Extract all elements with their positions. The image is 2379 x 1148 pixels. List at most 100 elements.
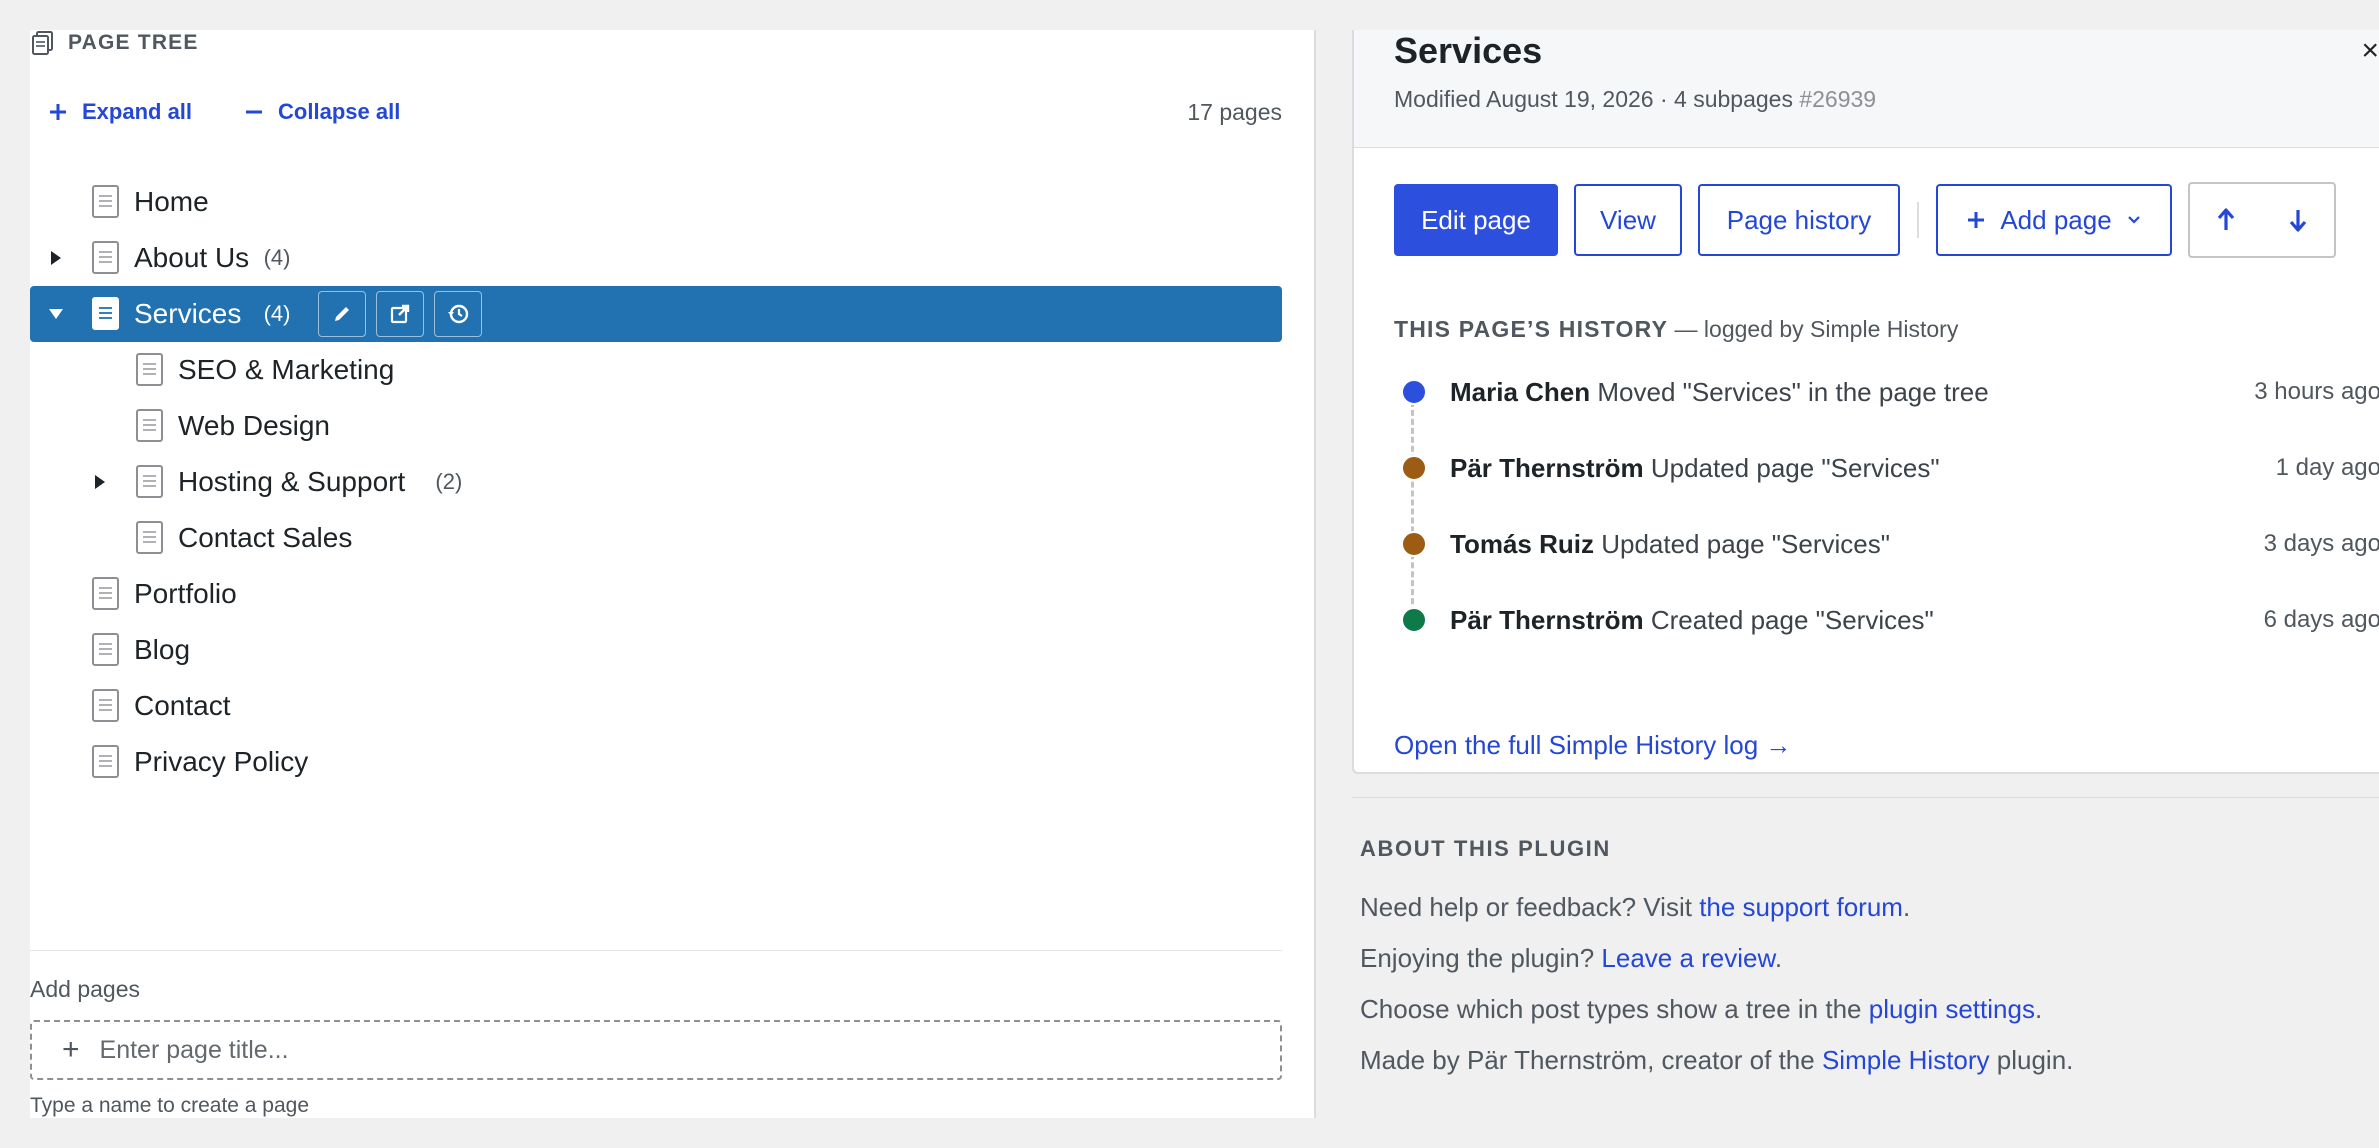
plus-icon: + [62, 1033, 80, 1066]
history-event: Pär Thernström Updated page "Services" 1 … [1394, 448, 2379, 488]
full-history-log-link[interactable]: Open the full Simple History log → [1394, 730, 1791, 761]
plus-icon [1966, 210, 1986, 230]
event-text: Pär Thernström Updated page "Services" [1450, 453, 1940, 484]
about-text: plugin. [1989, 1045, 2074, 1075]
about-text: Choose which post types show a tree in t… [1360, 994, 1869, 1024]
page-actions: Edit page View Page history Add page [1394, 182, 2336, 258]
tree-row[interactable]: Hosting & Support (2) [30, 454, 1282, 510]
close-icon[interactable]: × [2361, 34, 2379, 68]
tree-row[interactable]: Web Design [30, 398, 1282, 454]
subpage-count: (4) [263, 245, 291, 270]
tree-row[interactable]: Contact [30, 678, 1282, 734]
divider [1352, 797, 2379, 798]
support-forum-link[interactable]: the support forum [1699, 892, 1903, 922]
about-line-support: Need help or feedback? Visit the support… [1360, 882, 2073, 933]
minus-icon [244, 102, 264, 122]
tree-row[interactable]: About Us (4) [30, 230, 1282, 286]
chevron-down-icon [2126, 214, 2142, 226]
plus-icon [48, 102, 68, 122]
move-buttons [2188, 182, 2336, 258]
subpage-count: (2) [435, 469, 463, 494]
add-page-hint: Type a name to create a page [30, 1094, 310, 1117]
page-icon [136, 521, 163, 554]
divider [30, 950, 1282, 951]
timeline-line [1411, 392, 1414, 622]
move-down-icon[interactable] [2278, 200, 2318, 240]
page-icon [92, 577, 119, 610]
page-meta: Modified August 19, 2026 · 4 subpages #2… [1394, 86, 1876, 113]
tree-row-label: Contact Sales [178, 522, 353, 553]
tree-row[interactable]: Contact Sales [30, 510, 1282, 566]
page-title-input[interactable] [99, 1035, 1200, 1065]
page-count: 17 pages [1187, 98, 1282, 125]
tree-row[interactable]: Home [30, 174, 1282, 230]
caret-right-icon[interactable] [90, 472, 110, 492]
event-text: Maria Chen Moved "Services" in the page … [1450, 377, 1989, 408]
tree-row-label: Home [134, 186, 209, 217]
external-link-icon[interactable] [376, 291, 424, 337]
leave-review-link[interactable]: Leave a review [1601, 943, 1774, 973]
tree-row-label: Privacy Policy [134, 746, 309, 777]
tree-row[interactable]: Services (4) [30, 286, 1282, 342]
event-time: 1 day ago [2275, 454, 2379, 481]
page-title: Services [1394, 30, 1543, 71]
page-icon [136, 465, 163, 498]
event-user: Maria Chen [1450, 376, 1591, 407]
simple-history-link[interactable]: Simple History [1822, 1045, 1990, 1075]
row-actions [318, 291, 482, 337]
history-event: Pär Thernström Created page "Services" 6 … [1394, 600, 2379, 640]
tree-row-label: SEO & Marketing [178, 354, 395, 385]
about-line-settings: Choose which post types show a tree in t… [1360, 984, 2073, 1035]
expand-all-button[interactable]: Expand all [48, 99, 192, 125]
history-icon[interactable] [434, 291, 482, 337]
event-text: Tomás Ruiz Updated page "Services" [1450, 529, 1890, 560]
page-icon [92, 241, 119, 274]
event-action: Created page "Services" [1650, 604, 1934, 635]
tree-row[interactable]: Blog [30, 622, 1282, 678]
history-event: Maria Chen Moved "Services" in the page … [1394, 372, 2379, 412]
tree-row[interactable]: Privacy Policy [30, 734, 1282, 790]
plugin-settings-link[interactable]: plugin settings [1869, 994, 2035, 1024]
page-tree-title: PAGE TREE [68, 31, 199, 54]
edit-page-button[interactable]: Edit page [1394, 184, 1558, 256]
caret-down-icon[interactable] [46, 304, 66, 324]
about-plugin: ABOUT THIS PLUGIN Need help or feedback?… [1360, 836, 2073, 1086]
move-up-icon[interactable] [2206, 200, 2246, 240]
add-page-field[interactable]: + [30, 1020, 1282, 1080]
pencil-icon[interactable] [318, 291, 366, 337]
page-tree-panel: PAGE TREE Expand all Collapse all 17 pag… [30, 30, 1314, 1118]
panel-divider [1314, 30, 1316, 1118]
event-time: 3 hours ago [2254, 378, 2379, 405]
event-time: 6 days ago [2263, 606, 2379, 633]
event-dot-icon [1401, 379, 1427, 405]
tree-row[interactable]: SEO & Marketing [30, 342, 1282, 398]
about-title: ABOUT THIS PLUGIN [1360, 836, 1611, 861]
tree-row-label: Hosting & Support [178, 466, 406, 497]
add-page-button[interactable]: Add page [1936, 184, 2172, 256]
about-text: . [2034, 994, 2043, 1024]
event-action: Updated page "Services" [1650, 452, 1940, 483]
about-line-author: Made by Pär Thernström, creator of the S… [1360, 1035, 2073, 1086]
tree-row-label: Portfolio [134, 578, 237, 609]
event-action: Updated page "Services" [1601, 528, 1890, 559]
divider [1917, 202, 1919, 238]
history-event: Tomás Ruiz Updated page "Services" 3 days… [1394, 524, 2379, 564]
event-user: Pär Thernström [1450, 604, 1644, 635]
collapse-all-button[interactable]: Collapse all [244, 99, 400, 125]
view-button[interactable]: View [1574, 184, 1682, 256]
page-history-button[interactable]: Page history [1698, 184, 1900, 256]
history-heading: THIS PAGE’S HISTORY — logged by Simple H… [1394, 316, 1958, 343]
page-icon [92, 745, 119, 778]
tree-row-label: Services [134, 298, 242, 329]
page-tree: Home About Us (4) Services (4) SEO & Marketin… [30, 174, 1282, 790]
tree-toolbar: Expand all Collapse all 17 pages [48, 92, 1282, 132]
tree-row-label: Contact [134, 690, 231, 721]
tree-row[interactable]: Portfolio [30, 566, 1282, 622]
caret-right-icon[interactable] [46, 248, 66, 268]
event-action: Moved "Services" in the page tree [1597, 376, 1989, 407]
about-text: . [1774, 943, 1783, 973]
event-user: Pär Thernström [1450, 452, 1644, 483]
page-tree-icon [32, 31, 54, 55]
event-dot-icon [1401, 607, 1427, 633]
page-icon [92, 185, 119, 218]
